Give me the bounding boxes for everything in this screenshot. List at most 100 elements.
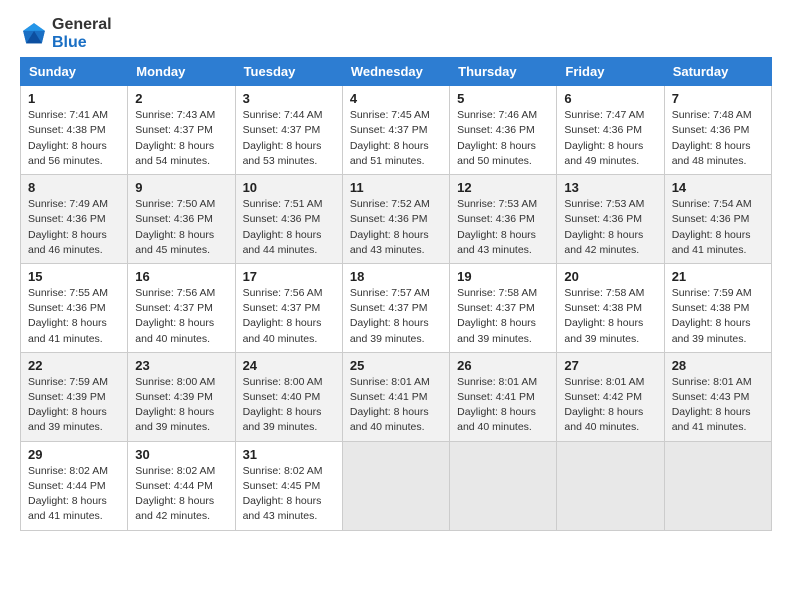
day-info: Sunrise: 7:58 AM Sunset: 4:37 PM Dayligh… — [457, 286, 549, 347]
calendar-cell: 10 Sunrise: 7:51 AM Sunset: 4:36 PM Dayl… — [235, 175, 342, 264]
day-info: Sunrise: 8:01 AM Sunset: 4:43 PM Dayligh… — [672, 375, 764, 436]
calendar-cell: 27 Sunrise: 8:01 AM Sunset: 4:42 PM Dayl… — [557, 352, 664, 441]
weekday-header-sunday: Sunday — [21, 58, 128, 86]
day-info: Sunrise: 7:56 AM Sunset: 4:37 PM Dayligh… — [135, 286, 227, 347]
day-number: 12 — [457, 180, 549, 195]
weekday-header-tuesday: Tuesday — [235, 58, 342, 86]
day-info: Sunrise: 8:02 AM Sunset: 4:44 PM Dayligh… — [135, 464, 227, 525]
calendar-cell: 25 Sunrise: 8:01 AM Sunset: 4:41 PM Dayl… — [342, 352, 449, 441]
day-number: 4 — [350, 91, 442, 106]
weekday-header-saturday: Saturday — [664, 58, 771, 86]
logo-text: General Blue — [52, 16, 112, 51]
day-info: Sunrise: 8:01 AM Sunset: 4:41 PM Dayligh… — [350, 375, 442, 436]
day-info: Sunrise: 8:00 AM Sunset: 4:40 PM Dayligh… — [243, 375, 335, 436]
calendar-cell: 11 Sunrise: 7:52 AM Sunset: 4:36 PM Dayl… — [342, 175, 449, 264]
day-number: 8 — [28, 180, 120, 195]
calendar-cell: 24 Sunrise: 8:00 AM Sunset: 4:40 PM Dayl… — [235, 352, 342, 441]
calendar-cell: 20 Sunrise: 7:58 AM Sunset: 4:38 PM Dayl… — [557, 263, 664, 352]
weekday-header-thursday: Thursday — [450, 58, 557, 86]
calendar-cell: 8 Sunrise: 7:49 AM Sunset: 4:36 PM Dayli… — [21, 175, 128, 264]
day-number: 15 — [28, 269, 120, 284]
day-info: Sunrise: 7:53 AM Sunset: 4:36 PM Dayligh… — [457, 197, 549, 258]
page: General Blue SundayMondayTuesdayWednesda… — [0, 0, 792, 612]
day-info: Sunrise: 7:50 AM Sunset: 4:36 PM Dayligh… — [135, 197, 227, 258]
day-info: Sunrise: 7:51 AM Sunset: 4:36 PM Dayligh… — [243, 197, 335, 258]
day-info: Sunrise: 7:54 AM Sunset: 4:36 PM Dayligh… — [672, 197, 764, 258]
calendar-cell: 17 Sunrise: 7:56 AM Sunset: 4:37 PM Dayl… — [235, 263, 342, 352]
calendar-cell: 4 Sunrise: 7:45 AM Sunset: 4:37 PM Dayli… — [342, 86, 449, 175]
calendar-cell: 14 Sunrise: 7:54 AM Sunset: 4:36 PM Dayl… — [664, 175, 771, 264]
day-number: 27 — [564, 358, 656, 373]
day-info: Sunrise: 7:43 AM Sunset: 4:37 PM Dayligh… — [135, 108, 227, 169]
day-number: 13 — [564, 180, 656, 195]
day-info: Sunrise: 7:49 AM Sunset: 4:36 PM Dayligh… — [28, 197, 120, 258]
day-info: Sunrise: 7:55 AM Sunset: 4:36 PM Dayligh… — [28, 286, 120, 347]
logo-icon — [20, 20, 48, 48]
calendar-cell: 19 Sunrise: 7:58 AM Sunset: 4:37 PM Dayl… — [450, 263, 557, 352]
day-number: 9 — [135, 180, 227, 195]
day-number: 22 — [28, 358, 120, 373]
day-info: Sunrise: 7:57 AM Sunset: 4:37 PM Dayligh… — [350, 286, 442, 347]
day-info: Sunrise: 8:02 AM Sunset: 4:44 PM Dayligh… — [28, 464, 120, 525]
calendar-table: SundayMondayTuesdayWednesdayThursdayFrid… — [20, 57, 772, 530]
calendar-cell: 21 Sunrise: 7:59 AM Sunset: 4:38 PM Dayl… — [664, 263, 771, 352]
week-row-4: 22 Sunrise: 7:59 AM Sunset: 4:39 PM Dayl… — [21, 352, 772, 441]
week-row-1: 1 Sunrise: 7:41 AM Sunset: 4:38 PM Dayli… — [21, 86, 772, 175]
calendar-cell: 9 Sunrise: 7:50 AM Sunset: 4:36 PM Dayli… — [128, 175, 235, 264]
day-number: 24 — [243, 358, 335, 373]
calendar-cell: 6 Sunrise: 7:47 AM Sunset: 4:36 PM Dayli… — [557, 86, 664, 175]
day-number: 29 — [28, 447, 120, 462]
day-number: 17 — [243, 269, 335, 284]
calendar-cell: 29 Sunrise: 8:02 AM Sunset: 4:44 PM Dayl… — [21, 441, 128, 530]
calendar-cell — [342, 441, 449, 530]
day-number: 28 — [672, 358, 764, 373]
day-info: Sunrise: 7:41 AM Sunset: 4:38 PM Dayligh… — [28, 108, 120, 169]
week-row-5: 29 Sunrise: 8:02 AM Sunset: 4:44 PM Dayl… — [21, 441, 772, 530]
day-number: 7 — [672, 91, 764, 106]
day-number: 21 — [672, 269, 764, 284]
day-info: Sunrise: 7:48 AM Sunset: 4:36 PM Dayligh… — [672, 108, 764, 169]
day-info: Sunrise: 7:53 AM Sunset: 4:36 PM Dayligh… — [564, 197, 656, 258]
day-info: Sunrise: 8:02 AM Sunset: 4:45 PM Dayligh… — [243, 464, 335, 525]
calendar-cell — [664, 441, 771, 530]
day-number: 11 — [350, 180, 442, 195]
calendar-cell: 30 Sunrise: 8:02 AM Sunset: 4:44 PM Dayl… — [128, 441, 235, 530]
calendar-cell: 28 Sunrise: 8:01 AM Sunset: 4:43 PM Dayl… — [664, 352, 771, 441]
day-number: 26 — [457, 358, 549, 373]
weekday-header-monday: Monday — [128, 58, 235, 86]
day-number: 6 — [564, 91, 656, 106]
day-number: 31 — [243, 447, 335, 462]
calendar-cell: 12 Sunrise: 7:53 AM Sunset: 4:36 PM Dayl… — [450, 175, 557, 264]
day-number: 5 — [457, 91, 549, 106]
calendar-cell: 18 Sunrise: 7:57 AM Sunset: 4:37 PM Dayl… — [342, 263, 449, 352]
week-row-2: 8 Sunrise: 7:49 AM Sunset: 4:36 PM Dayli… — [21, 175, 772, 264]
day-number: 25 — [350, 358, 442, 373]
day-number: 23 — [135, 358, 227, 373]
day-info: Sunrise: 7:58 AM Sunset: 4:38 PM Dayligh… — [564, 286, 656, 347]
day-info: Sunrise: 7:59 AM Sunset: 4:39 PM Dayligh… — [28, 375, 120, 436]
logo: General Blue — [20, 16, 112, 51]
calendar-cell: 3 Sunrise: 7:44 AM Sunset: 4:37 PM Dayli… — [235, 86, 342, 175]
calendar-cell: 15 Sunrise: 7:55 AM Sunset: 4:36 PM Dayl… — [21, 263, 128, 352]
weekday-header-friday: Friday — [557, 58, 664, 86]
day-number: 18 — [350, 269, 442, 284]
calendar-cell: 26 Sunrise: 8:01 AM Sunset: 4:41 PM Dayl… — [450, 352, 557, 441]
day-info: Sunrise: 8:01 AM Sunset: 4:41 PM Dayligh… — [457, 375, 549, 436]
calendar-cell: 2 Sunrise: 7:43 AM Sunset: 4:37 PM Dayli… — [128, 86, 235, 175]
calendar-cell: 22 Sunrise: 7:59 AM Sunset: 4:39 PM Dayl… — [21, 352, 128, 441]
day-info: Sunrise: 7:45 AM Sunset: 4:37 PM Dayligh… — [350, 108, 442, 169]
calendar-cell — [450, 441, 557, 530]
day-number: 16 — [135, 269, 227, 284]
day-info: Sunrise: 7:47 AM Sunset: 4:36 PM Dayligh… — [564, 108, 656, 169]
calendar-cell: 5 Sunrise: 7:46 AM Sunset: 4:36 PM Dayli… — [450, 86, 557, 175]
calendar-cell — [557, 441, 664, 530]
calendar-cell: 16 Sunrise: 7:56 AM Sunset: 4:37 PM Dayl… — [128, 263, 235, 352]
day-number: 1 — [28, 91, 120, 106]
day-number: 20 — [564, 269, 656, 284]
calendar-cell: 1 Sunrise: 7:41 AM Sunset: 4:38 PM Dayli… — [21, 86, 128, 175]
day-number: 19 — [457, 269, 549, 284]
day-info: Sunrise: 8:01 AM Sunset: 4:42 PM Dayligh… — [564, 375, 656, 436]
weekday-header-row: SundayMondayTuesdayWednesdayThursdayFrid… — [21, 58, 772, 86]
calendar-cell: 23 Sunrise: 8:00 AM Sunset: 4:39 PM Dayl… — [128, 352, 235, 441]
day-info: Sunrise: 7:52 AM Sunset: 4:36 PM Dayligh… — [350, 197, 442, 258]
